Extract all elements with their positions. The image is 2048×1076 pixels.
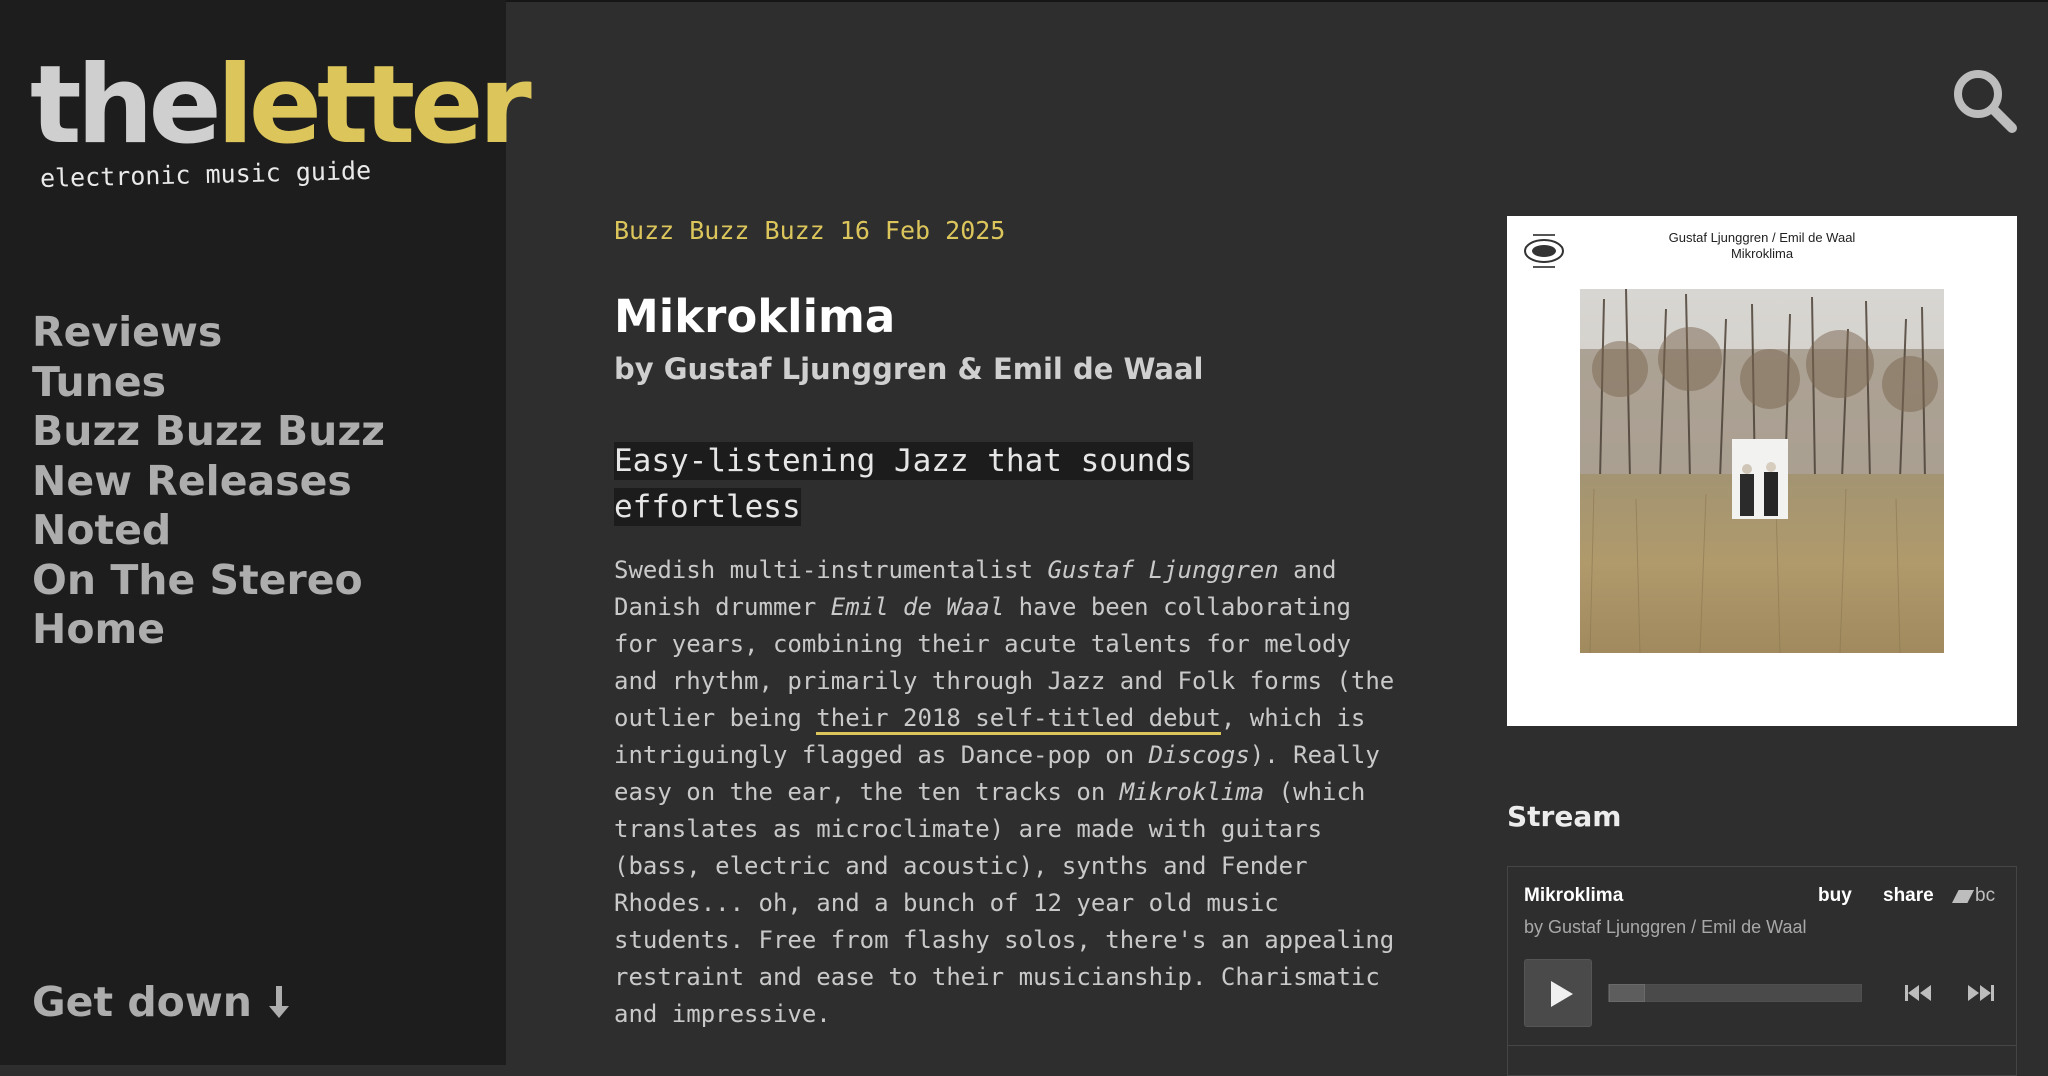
- player-artist[interactable]: by Gustaf Ljunggren / Emil de Waal: [1524, 917, 1806, 938]
- search-button[interactable]: [1950, 66, 2020, 136]
- field-photo: [1580, 289, 1944, 653]
- player-album-title[interactable]: Mikroklima: [1524, 885, 1623, 907]
- progress-bar[interactable]: [1608, 984, 1862, 1002]
- article-meta: Buzz Buzz Buzz 16 Feb 2025: [614, 216, 1005, 245]
- search-icon: [1954, 70, 2017, 133]
- next-track-icon: [1968, 985, 1994, 1001]
- nav-item-home[interactable]: Home: [32, 605, 385, 655]
- article-body: Swedish multi-instrumentalist Gustaf Lju…: [614, 552, 1404, 1033]
- cover-photo: [1580, 289, 1944, 653]
- logo-the: the: [30, 43, 222, 168]
- bandcamp-logo-link[interactable]: bc: [1952, 885, 2002, 907]
- article-date: 16 Feb 2025: [839, 216, 1006, 245]
- player-divider: [1508, 1045, 2016, 1046]
- logo-letter: letter: [216, 43, 532, 168]
- album-name: Mikroklima: [1119, 778, 1265, 806]
- bandcamp-player: Mikroklima by Gustaf Ljunggren / Emil de…: [1507, 866, 2017, 1076]
- play-button[interactable]: [1524, 959, 1592, 1027]
- sidebar: theletter electronic music guide Reviews…: [0, 0, 532, 1065]
- cover-album-text: Mikroklima: [1730, 246, 1794, 261]
- nav-item-new-releases[interactable]: New Releases: [32, 457, 385, 507]
- body-text: (which translates as microclimate) are m…: [614, 778, 1395, 1028]
- artist-name: Emil de Waal: [830, 593, 1005, 621]
- bandcamp-label: bc: [1975, 885, 1996, 906]
- nav-item-noted[interactable]: Noted: [32, 506, 385, 556]
- bandcamp-icon: [1952, 890, 1974, 903]
- arrow-down-icon: [269, 986, 290, 1018]
- album-cover: Gustaf Ljunggren / Emil de Waal Mikrokli…: [1507, 216, 2017, 726]
- page-title: Mikroklima: [614, 290, 896, 343]
- get-down-link[interactable]: Get down: [32, 978, 290, 1026]
- nav-item-tunes[interactable]: Tunes: [32, 358, 385, 408]
- previous-track-icon: [1905, 985, 1931, 1001]
- main-nav: Reviews Tunes Buzz Buzz Buzz New Release…: [32, 308, 385, 655]
- debut-album-link[interactable]: their 2018 self-titled debut: [816, 704, 1221, 735]
- body-text: Swedish multi-instrumentalist: [614, 556, 1048, 584]
- nav-item-buzz-buzz-buzz[interactable]: Buzz Buzz Buzz: [32, 407, 385, 457]
- buy-button[interactable]: buy: [1818, 885, 1852, 907]
- progress-knob[interactable]: [1609, 984, 1645, 1002]
- cover-artist-text: Gustaf Ljunggren / Emil de Waal: [1668, 230, 1856, 245]
- site-logo[interactable]: theletter: [30, 52, 532, 160]
- get-down-label: Get down: [32, 978, 252, 1026]
- subhead-text: Easy-listening Jazz that sounds effortle…: [614, 442, 1193, 526]
- stream-heading: Stream: [1507, 800, 1622, 833]
- share-button[interactable]: share: [1883, 885, 1934, 907]
- next-track-button[interactable]: [1966, 983, 1994, 1003]
- artist-name: Gustaf Ljunggren: [1047, 556, 1279, 584]
- article-subhead: Easy-listening Jazz that sounds effortle…: [614, 438, 1264, 530]
- category-link[interactable]: Buzz Buzz Buzz: [614, 216, 825, 245]
- discogs-name: Discogs: [1148, 741, 1250, 769]
- nav-item-reviews[interactable]: Reviews: [32, 308, 385, 358]
- article-byline: by Gustaf Ljunggren & Emil de Waal: [614, 352, 1204, 386]
- nav-item-on-the-stereo[interactable]: On The Stereo: [32, 556, 385, 606]
- previous-track-button[interactable]: [1905, 983, 1933, 1003]
